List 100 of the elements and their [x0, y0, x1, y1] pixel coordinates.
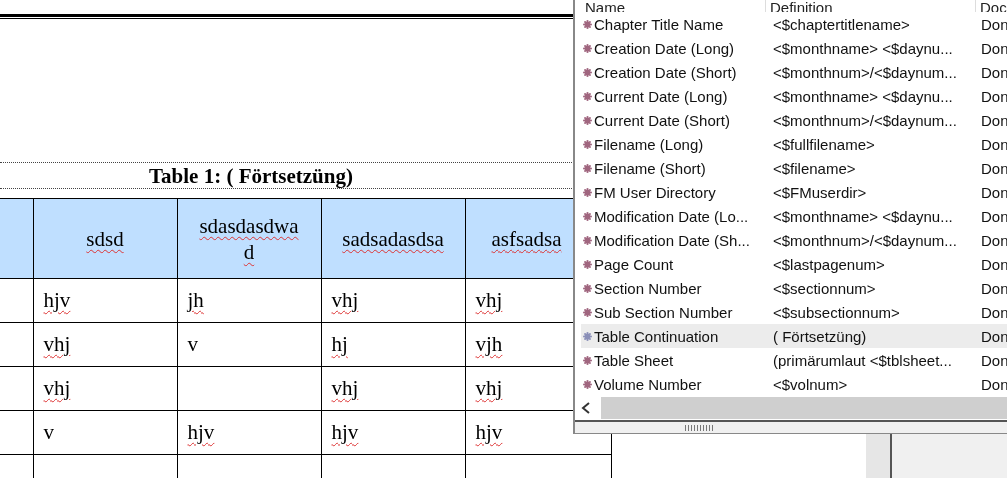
variable-icon — [583, 307, 592, 317]
variable-definition: <$subsectionnum> — [773, 303, 901, 321]
variable-source: Don — [981, 87, 1007, 105]
variable-name: Current Date (Long) — [594, 87, 729, 105]
variable-definition: <$monthnum>/<$daynum... — [773, 111, 958, 129]
scrollbar-thumb[interactable] — [601, 397, 1007, 419]
variable-definition: <$chaptertitlename> — [773, 15, 911, 33]
variable-name: Section Number — [594, 279, 703, 297]
variable-row[interactable]: Modification Date (Lo... <$monthname> <$daynu... Don — [575, 204, 1007, 228]
variable-icon — [583, 139, 592, 149]
variable-name: Table Sheet — [594, 351, 675, 369]
table-cell: hjv — [43, 288, 71, 312]
variable-row[interactable]: Filename (Short) <$filename> Don — [575, 156, 1007, 180]
variable-name: FM User Directory — [594, 183, 717, 201]
variable-name: Modification Date (Lo... — [594, 207, 750, 225]
variable-row[interactable]: Modification Date (Sh... <$monthnum>/<$daynum... Don — [575, 228, 1007, 252]
variable-name: Chapter Title Name — [594, 15, 725, 33]
variable-icon — [583, 163, 592, 173]
variable-definition: <$monthname> <$daynu... — [773, 207, 954, 225]
variable-definition: <$volnum> — [773, 375, 849, 393]
table-cell: jh — [187, 288, 204, 312]
variable-icon — [583, 187, 592, 197]
variable-source: Don — [981, 255, 1007, 273]
variable-source: Don — [981, 207, 1007, 225]
variable-definition: <$monthnum>/<$daynum... — [773, 63, 958, 81]
variable-icon — [583, 67, 592, 77]
variable-source: Don — [981, 135, 1007, 153]
table-cell: vhj — [331, 376, 359, 400]
variable-name: Current Date (Short) — [594, 111, 731, 129]
header-cell: sdsd — [86, 226, 124, 251]
variable-row[interactable]: Current Date (Short) <$monthnum>/<$daynum... Don — [575, 108, 1007, 132]
variable-definition: (primärumlaut <$tblsheet... — [773, 351, 953, 369]
resize-grip-icon[interactable] — [685, 424, 715, 431]
variable-name: Table Continuation — [594, 327, 720, 345]
table-cell: v — [43, 420, 54, 444]
variable-definition: <$monthname> <$daynu... — [773, 87, 954, 105]
table-cell: vhj — [43, 332, 71, 356]
variable-name: Page Count — [594, 255, 675, 273]
table-cell: hjv — [187, 420, 215, 444]
variable-row[interactable]: FM User Directory <$FMuserdir> Don — [575, 180, 1007, 204]
variable-source: Don — [981, 15, 1007, 33]
variable-name: Creation Date (Short) — [594, 63, 738, 81]
variable-definition: <$FMuserdir> — [773, 183, 868, 201]
variable-source: Don — [981, 183, 1007, 201]
variable-row[interactable]: Sub Section Number <$subsectionnum> Don — [575, 300, 1007, 324]
variable-icon — [583, 43, 592, 53]
variable-row[interactable]: Chapter Title Name <$chaptertitlename> Don — [575, 12, 1007, 36]
variable-icon — [583, 283, 592, 293]
variable-row[interactable]: Filename (Long) <$fullfilename> Don — [575, 132, 1007, 156]
variable-source: Don — [981, 39, 1007, 57]
variable-definition: <$lastpagenum> — [773, 255, 886, 273]
variable-definition: <$fullfilename> — [773, 135, 876, 153]
variable-icon — [583, 259, 592, 269]
variable-icon — [583, 19, 592, 29]
header-cell: asfsadsa — [491, 226, 562, 251]
scroll-left-icon[interactable] — [581, 402, 591, 414]
table-cell: vhj — [43, 376, 71, 400]
table-cell: v — [187, 332, 198, 356]
variable-row[interactable]: Section Number <$sectionnum> Don — [575, 276, 1007, 300]
variable-icon — [583, 91, 592, 101]
variable-icon — [583, 115, 592, 125]
horizontal-scrollbar[interactable] — [575, 396, 1007, 422]
table-caption: Table 1: ( Förtsetzüng) — [149, 163, 353, 188]
variable-name: Creation Date (Long) — [594, 39, 736, 57]
variable-name: Filename (Short) — [594, 159, 707, 177]
variable-name: Filename (Long) — [594, 135, 705, 153]
variable-definition: <$sectionnum> — [773, 279, 877, 297]
variable-definition: <$filename> — [773, 159, 857, 177]
variable-source: Don — [981, 279, 1007, 297]
variable-source: Don — [981, 63, 1007, 81]
variable-row[interactable]: Current Date (Long) <$monthname> <$daynu... Don — [575, 84, 1007, 108]
table-cell: hjv — [331, 420, 359, 444]
variable-icon — [583, 331, 592, 341]
table-cell: hjv — [475, 420, 503, 444]
variable-source: Don — [981, 351, 1007, 369]
variable-definition: <$monthname> <$daynu... — [773, 39, 954, 57]
header-cell: sdasdasdwad — [199, 213, 299, 264]
variable-source: Don — [981, 111, 1007, 129]
variable-row[interactable]: Page Count <$lastpagenum> Don — [575, 252, 1007, 276]
table-cell: hj — [331, 332, 348, 356]
variable-icon — [583, 211, 592, 221]
table-cell: vjh — [475, 332, 503, 356]
variable-icon — [583, 355, 592, 365]
variable-source: Don — [981, 159, 1007, 177]
table-cell: vhj — [331, 288, 359, 312]
variable-row[interactable]: Creation Date (Long) <$monthname> <$daynu... Don — [575, 36, 1007, 60]
variable-source: Don — [981, 303, 1007, 321]
variable-source: Don — [981, 327, 1007, 345]
variable-row[interactable]: Creation Date (Short) <$monthnum>/<$daynum... Don — [575, 60, 1007, 84]
variable-row[interactable]: Table Sheet (primärumlaut <$tblsheet... Don — [575, 348, 1007, 372]
variable-definition: <$monthnum>/<$daynum... — [773, 231, 958, 249]
variable-icon — [583, 379, 592, 389]
variable-name: Volume Number — [594, 375, 703, 393]
table-cell: vhj — [475, 288, 503, 312]
variable-row[interactable]: Table Continuation ( Förtsetzüng) Don — [581, 324, 1007, 348]
table-cell: vhj — [475, 376, 503, 400]
variable-icon — [583, 235, 592, 245]
variable-definition: ( Förtsetzüng) — [773, 327, 868, 345]
variable-row[interactable]: Volume Number <$volnum> Don — [575, 372, 1007, 396]
variable-source: Don — [981, 231, 1007, 249]
